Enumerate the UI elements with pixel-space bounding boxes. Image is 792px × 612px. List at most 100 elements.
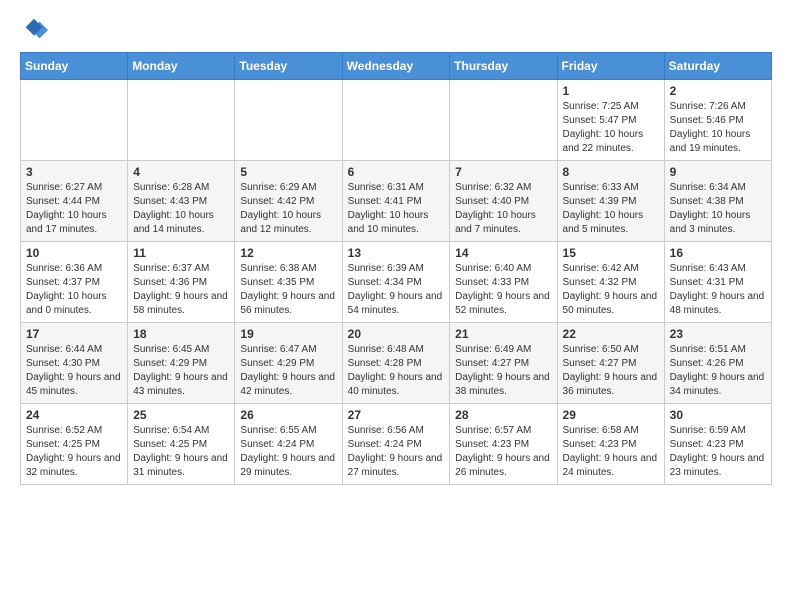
day-info: Sunrise: 7:26 AM Sunset: 5:46 PM Dayligh… — [670, 100, 766, 156]
calendar-week-row: 10 Sunrise: 6:36 AM Sunset: 4:37 PM Dayli… — [21, 242, 772, 323]
day-info: Sunrise: 6:56 AM Sunset: 4:24 PM Dayligh… — [348, 424, 445, 480]
calendar-cell: 9 Sunrise: 6:34 AM Sunset: 4:38 PM Daylig… — [664, 161, 771, 242]
calendar-cell: 13 Sunrise: 6:39 AM Sunset: 4:34 PM Dayli… — [342, 242, 450, 323]
calendar-cell: 30 Sunrise: 6:59 AM Sunset: 4:23 PM Dayli… — [664, 404, 771, 485]
calendar-cell: 4 Sunrise: 6:28 AM Sunset: 4:43 PM Daylig… — [128, 161, 235, 242]
day-number: 15 — [563, 246, 659, 260]
calendar-cell — [21, 80, 128, 161]
weekday-header: Friday — [557, 53, 664, 80]
day-number: 6 — [348, 165, 445, 179]
day-number: 2 — [670, 84, 766, 98]
day-number: 10 — [26, 246, 122, 260]
calendar: SundayMondayTuesdayWednesdayThursdayFrid… — [20, 52, 772, 485]
logo — [20, 16, 52, 44]
day-number: 8 — [563, 165, 659, 179]
day-number: 21 — [455, 327, 551, 341]
day-number: 28 — [455, 408, 551, 422]
day-info: Sunrise: 6:28 AM Sunset: 4:43 PM Dayligh… — [133, 181, 229, 237]
day-number: 9 — [670, 165, 766, 179]
weekday-header: Saturday — [664, 53, 771, 80]
day-info: Sunrise: 6:33 AM Sunset: 4:39 PM Dayligh… — [563, 181, 659, 237]
day-number: 1 — [563, 84, 659, 98]
day-info: Sunrise: 6:49 AM Sunset: 4:27 PM Dayligh… — [455, 343, 551, 399]
calendar-week-row: 24 Sunrise: 6:52 AM Sunset: 4:25 PM Dayli… — [21, 404, 772, 485]
calendar-cell: 11 Sunrise: 6:37 AM Sunset: 4:36 PM Dayli… — [128, 242, 235, 323]
day-info: Sunrise: 6:39 AM Sunset: 4:34 PM Dayligh… — [348, 262, 445, 318]
day-info: Sunrise: 6:34 AM Sunset: 4:38 PM Dayligh… — [670, 181, 766, 237]
calendar-cell — [450, 80, 557, 161]
calendar-cell: 23 Sunrise: 6:51 AM Sunset: 4:26 PM Dayli… — [664, 323, 771, 404]
day-number: 29 — [563, 408, 659, 422]
day-number: 25 — [133, 408, 229, 422]
calendar-cell: 26 Sunrise: 6:55 AM Sunset: 4:24 PM Dayli… — [235, 404, 342, 485]
calendar-cell: 28 Sunrise: 6:57 AM Sunset: 4:23 PM Dayli… — [450, 404, 557, 485]
weekday-header: Sunday — [21, 53, 128, 80]
calendar-cell: 20 Sunrise: 6:48 AM Sunset: 4:28 PM Dayli… — [342, 323, 450, 404]
day-info: Sunrise: 6:51 AM Sunset: 4:26 PM Dayligh… — [670, 343, 766, 399]
day-number: 30 — [670, 408, 766, 422]
day-info: Sunrise: 6:27 AM Sunset: 4:44 PM Dayligh… — [26, 181, 122, 237]
day-info: Sunrise: 6:50 AM Sunset: 4:27 PM Dayligh… — [563, 343, 659, 399]
weekday-header-row: SundayMondayTuesdayWednesdayThursdayFrid… — [21, 53, 772, 80]
day-number: 22 — [563, 327, 659, 341]
day-number: 14 — [455, 246, 551, 260]
day-info: Sunrise: 6:54 AM Sunset: 4:25 PM Dayligh… — [133, 424, 229, 480]
day-info: Sunrise: 6:52 AM Sunset: 4:25 PM Dayligh… — [26, 424, 122, 480]
calendar-week-row: 3 Sunrise: 6:27 AM Sunset: 4:44 PM Daylig… — [21, 161, 772, 242]
calendar-cell: 12 Sunrise: 6:38 AM Sunset: 4:35 PM Dayli… — [235, 242, 342, 323]
day-info: Sunrise: 6:48 AM Sunset: 4:28 PM Dayligh… — [348, 343, 445, 399]
logo-icon — [20, 16, 48, 44]
day-info: Sunrise: 6:58 AM Sunset: 4:23 PM Dayligh… — [563, 424, 659, 480]
weekday-header: Wednesday — [342, 53, 450, 80]
day-info: Sunrise: 6:32 AM Sunset: 4:40 PM Dayligh… — [455, 181, 551, 237]
day-number: 12 — [240, 246, 336, 260]
calendar-week-row: 17 Sunrise: 6:44 AM Sunset: 4:30 PM Dayli… — [21, 323, 772, 404]
calendar-cell: 8 Sunrise: 6:33 AM Sunset: 4:39 PM Daylig… — [557, 161, 664, 242]
calendar-cell: 6 Sunrise: 6:31 AM Sunset: 4:41 PM Daylig… — [342, 161, 450, 242]
day-info: Sunrise: 6:44 AM Sunset: 4:30 PM Dayligh… — [26, 343, 122, 399]
weekday-header: Monday — [128, 53, 235, 80]
day-info: Sunrise: 6:57 AM Sunset: 4:23 PM Dayligh… — [455, 424, 551, 480]
day-info: Sunrise: 7:25 AM Sunset: 5:47 PM Dayligh… — [563, 100, 659, 156]
calendar-cell: 17 Sunrise: 6:44 AM Sunset: 4:30 PM Dayli… — [21, 323, 128, 404]
day-info: Sunrise: 6:36 AM Sunset: 4:37 PM Dayligh… — [26, 262, 122, 318]
calendar-cell: 2 Sunrise: 7:26 AM Sunset: 5:46 PM Daylig… — [664, 80, 771, 161]
day-number: 26 — [240, 408, 336, 422]
calendar-cell: 15 Sunrise: 6:42 AM Sunset: 4:32 PM Dayli… — [557, 242, 664, 323]
day-info: Sunrise: 6:37 AM Sunset: 4:36 PM Dayligh… — [133, 262, 229, 318]
day-number: 5 — [240, 165, 336, 179]
day-number: 16 — [670, 246, 766, 260]
day-number: 23 — [670, 327, 766, 341]
day-info: Sunrise: 6:47 AM Sunset: 4:29 PM Dayligh… — [240, 343, 336, 399]
calendar-cell: 24 Sunrise: 6:52 AM Sunset: 4:25 PM Dayli… — [21, 404, 128, 485]
day-info: Sunrise: 6:38 AM Sunset: 4:35 PM Dayligh… — [240, 262, 336, 318]
weekday-header: Thursday — [450, 53, 557, 80]
calendar-cell: 5 Sunrise: 6:29 AM Sunset: 4:42 PM Daylig… — [235, 161, 342, 242]
day-info: Sunrise: 6:55 AM Sunset: 4:24 PM Dayligh… — [240, 424, 336, 480]
day-number: 3 — [26, 165, 122, 179]
day-info: Sunrise: 6:40 AM Sunset: 4:33 PM Dayligh… — [455, 262, 551, 318]
calendar-cell: 25 Sunrise: 6:54 AM Sunset: 4:25 PM Dayli… — [128, 404, 235, 485]
day-number: 13 — [348, 246, 445, 260]
calendar-cell — [342, 80, 450, 161]
day-number: 27 — [348, 408, 445, 422]
day-info: Sunrise: 6:31 AM Sunset: 4:41 PM Dayligh… — [348, 181, 445, 237]
day-number: 4 — [133, 165, 229, 179]
calendar-cell: 14 Sunrise: 6:40 AM Sunset: 4:33 PM Dayli… — [450, 242, 557, 323]
day-number: 11 — [133, 246, 229, 260]
calendar-cell — [128, 80, 235, 161]
day-number: 24 — [26, 408, 122, 422]
day-info: Sunrise: 6:59 AM Sunset: 4:23 PM Dayligh… — [670, 424, 766, 480]
calendar-cell: 10 Sunrise: 6:36 AM Sunset: 4:37 PM Dayli… — [21, 242, 128, 323]
day-number: 20 — [348, 327, 445, 341]
header — [20, 16, 772, 44]
calendar-cell: 16Sunrise: 6:43 AM Sunset: 4:31 PM Dayli… — [664, 242, 771, 323]
day-number: 17 — [26, 327, 122, 341]
day-number: 19 — [240, 327, 336, 341]
day-info: Sunrise: 6:29 AM Sunset: 4:42 PM Dayligh… — [240, 181, 336, 237]
day-info: Sunrise: 6:45 AM Sunset: 4:29 PM Dayligh… — [133, 343, 229, 399]
calendar-cell — [235, 80, 342, 161]
day-info: Sunrise: 6:42 AM Sunset: 4:32 PM Dayligh… — [563, 262, 659, 318]
weekday-header: Tuesday — [235, 53, 342, 80]
calendar-cell: 21 Sunrise: 6:49 AM Sunset: 4:27 PM Dayli… — [450, 323, 557, 404]
